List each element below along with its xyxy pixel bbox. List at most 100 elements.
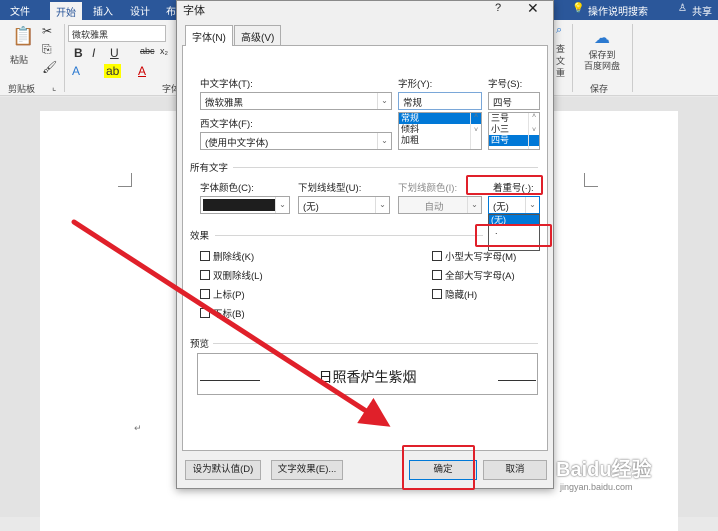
checkbox-label: 隐藏(H) bbox=[445, 290, 478, 301]
lightbulb-icon: 💡 bbox=[572, 3, 585, 14]
checkbox-box[interactable] bbox=[432, 251, 442, 261]
list-item[interactable]: 常规 bbox=[399, 113, 481, 124]
ribbon-char-3[interactable]: 重 bbox=[556, 66, 565, 79]
tab-file[interactable]: 文件 bbox=[10, 3, 30, 18]
cut-icon[interactable]: ✂ bbox=[42, 24, 52, 38]
tab-home[interactable]: 开始 bbox=[50, 2, 82, 20]
style-value: 常规 bbox=[403, 98, 423, 109]
checkbox-label: 小型大写字母(M) bbox=[445, 252, 517, 263]
scrollbar[interactable]: ˄ ˅ bbox=[528, 113, 539, 149]
checkbox-subscript[interactable]: 下标(B) bbox=[200, 306, 245, 320]
checkbox-label: 全部大写字母(A) bbox=[445, 271, 515, 282]
checkbox-superscript[interactable]: 上标(P) bbox=[200, 287, 245, 301]
underline-style-value: (无) bbox=[303, 202, 319, 213]
tab-layout[interactable]: 布 bbox=[166, 3, 176, 18]
chevron-down-icon[interactable]: ⌄ bbox=[377, 133, 391, 149]
divider bbox=[215, 235, 483, 236]
font-color-icon[interactable]: A bbox=[138, 64, 146, 78]
checkbox-double-strikethrough[interactable]: 双删除线(L) bbox=[200, 268, 263, 282]
checkbox-label: 下标(B) bbox=[213, 309, 245, 320]
chinese-font-value: 微软雅黑 bbox=[205, 98, 244, 109]
tell-me-search[interactable]: 操作说明搜索 bbox=[588, 3, 648, 18]
checkbox-small-caps[interactable]: 小型大写字母(M) bbox=[432, 249, 516, 263]
underline-color-label: 下划线颜色(I): bbox=[398, 183, 458, 194]
copy-icon[interactable]: ⎘ bbox=[42, 42, 52, 57]
checkbox-hidden[interactable]: 隐藏(H) bbox=[432, 287, 477, 301]
dialog-title: 字体 bbox=[183, 5, 205, 17]
underline-style-select[interactable]: (无) ⌄ bbox=[298, 196, 390, 214]
checkbox-strikethrough[interactable]: 删除线(K) bbox=[200, 249, 254, 263]
bold-icon[interactable]: B bbox=[74, 46, 83, 60]
cloud-icon[interactable]: ☁ bbox=[594, 28, 610, 48]
checkbox-label: 上标(P) bbox=[213, 290, 245, 301]
paragraph-mark: ↵ bbox=[134, 423, 142, 433]
checkbox-box[interactable] bbox=[200, 308, 210, 318]
chevron-down-icon[interactable]: ⌄ bbox=[377, 93, 391, 109]
list-item[interactable]: 倾斜 bbox=[399, 124, 481, 135]
find-icon[interactable]: ⌕ bbox=[556, 24, 562, 37]
emphasis-dropdown-list[interactable]: (无) . bbox=[488, 214, 540, 251]
tab-design[interactable]: 设计 bbox=[130, 3, 150, 18]
ribbon-font-name[interactable]: 微软雅黑 bbox=[68, 25, 166, 42]
style-list[interactable]: 常规 倾斜 加粗 ˄ ˅ bbox=[398, 112, 482, 150]
subscript-icon[interactable]: x₂ bbox=[160, 46, 168, 56]
list-item[interactable]: 加粗 bbox=[399, 135, 481, 146]
preview-baseline-right bbox=[498, 380, 536, 381]
western-font-value: (使用中文字体) bbox=[205, 138, 269, 149]
chevron-down-icon[interactable]: ⌄ bbox=[375, 197, 389, 213]
western-font-select[interactable]: (使用中文字体) ⌄ bbox=[200, 132, 392, 150]
font-color-select[interactable]: ⌄ bbox=[200, 196, 290, 214]
group-save-label: 保存 bbox=[590, 84, 609, 94]
divider bbox=[233, 167, 538, 168]
cancel-button[interactable]: 取消 bbox=[483, 460, 547, 480]
save-to-baidu-button[interactable]: 保存到 百度网盘 bbox=[580, 50, 624, 72]
underline-icon[interactable]: U bbox=[110, 46, 119, 60]
all-text-section-label: 所有文字 bbox=[190, 163, 229, 174]
style-input[interactable]: 常规 bbox=[398, 92, 482, 110]
checkbox-all-caps[interactable]: 全部大写字母(A) bbox=[432, 268, 515, 282]
list-item[interactable]: (无) bbox=[489, 215, 539, 226]
close-button[interactable]: ✕ bbox=[527, 0, 539, 17]
share-button[interactable]: 共享 bbox=[692, 3, 712, 18]
checkbox-box[interactable] bbox=[200, 251, 210, 261]
font-color-swatch bbox=[203, 199, 275, 211]
italic-icon[interactable]: I bbox=[92, 46, 95, 60]
preview-section-label: 预览 bbox=[190, 339, 210, 350]
scrollbar[interactable]: ˄ ˅ bbox=[470, 113, 481, 149]
underline-color-value: 自动 bbox=[424, 202, 444, 213]
checkbox-label: 删除线(K) bbox=[213, 252, 255, 263]
help-button[interactable]: ? bbox=[495, 2, 501, 14]
paste-icon[interactable]: 📋 bbox=[12, 26, 34, 47]
crop-mark bbox=[584, 173, 598, 187]
highlight-icon[interactable]: ab bbox=[104, 64, 122, 78]
set-default-button[interactable]: 设为默认值(D) bbox=[185, 460, 261, 480]
checkbox-box[interactable] bbox=[200, 289, 210, 299]
format-painter-icon[interactable]: 🖌 bbox=[42, 60, 57, 74]
paste-label[interactable]: 粘贴 bbox=[10, 53, 28, 66]
chinese-font-select[interactable]: 微软雅黑 ⌄ bbox=[200, 92, 392, 110]
group-separator bbox=[64, 24, 65, 92]
strikethrough-icon[interactable]: abc bbox=[140, 46, 155, 56]
checkbox-box[interactable] bbox=[200, 270, 210, 280]
text-effects-icon[interactable]: A bbox=[72, 64, 80, 78]
underline-style-label: 下划线线型(U): bbox=[298, 183, 362, 194]
dialog-launcher-icon[interactable]: ⌞ bbox=[52, 82, 56, 93]
chevron-down-icon[interactable]: ⌄ bbox=[275, 197, 289, 213]
text-effects-button[interactable]: 文字效果(E)... bbox=[271, 460, 343, 480]
emphasis-select[interactable]: (无) ⌄ bbox=[488, 196, 540, 214]
checkbox-box[interactable] bbox=[432, 289, 442, 299]
western-font-label: 西文字体(F): bbox=[200, 119, 253, 130]
divider bbox=[213, 343, 538, 344]
tab-font[interactable]: 字体(N) bbox=[185, 25, 233, 46]
tab-insert[interactable]: 插入 bbox=[93, 3, 113, 18]
checkbox-box[interactable] bbox=[432, 270, 442, 280]
size-input[interactable]: 四号 bbox=[488, 92, 540, 110]
font-dialog: 字体 ? ✕ 字体(N) 高级(V) 中文字体(T): 微软雅黑 ⌄ 字形(Y)… bbox=[176, 0, 554, 489]
size-list[interactable]: 三号 小三 四号 ˄ ˅ bbox=[488, 112, 540, 150]
tab-advanced[interactable]: 高级(V) bbox=[234, 25, 282, 45]
ok-button[interactable]: 确定 bbox=[409, 460, 477, 480]
baidu-watermark-logo: Baidu经验 bbox=[556, 459, 652, 481]
emphasis-value: (无) bbox=[493, 202, 509, 213]
list-item[interactable]: . bbox=[489, 226, 539, 237]
chevron-down-icon[interactable]: ⌄ bbox=[525, 197, 539, 213]
